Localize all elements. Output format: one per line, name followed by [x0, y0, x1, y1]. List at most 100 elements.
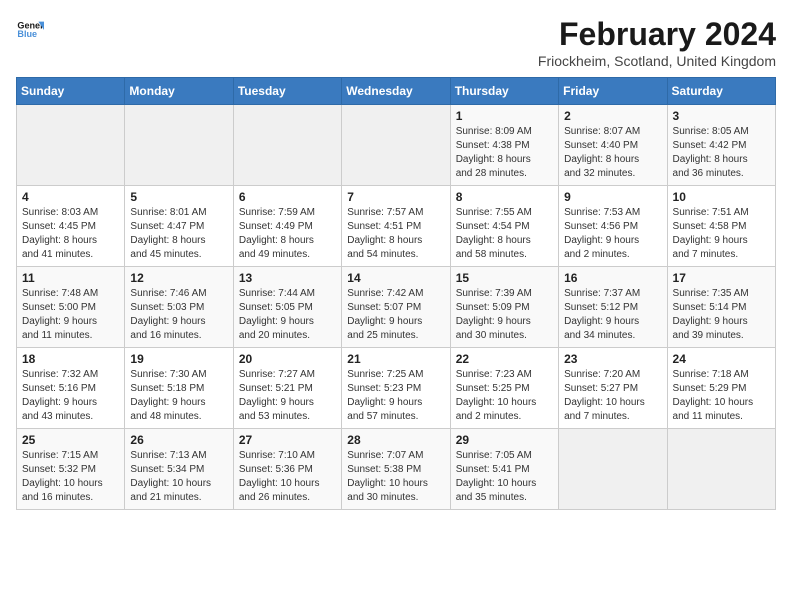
day-number: 21 — [347, 352, 444, 366]
calendar-cell: 21 Sunrise: 7:25 AM Sunset: 5:23 PM Dayli… — [342, 348, 450, 429]
cell-info: Sunrise: 7:15 AM Sunset: 5:32 PM Dayligh… — [22, 449, 119, 505]
cell-info: Sunrise: 7:42 AM Sunset: 5:07 PM Dayligh… — [347, 287, 444, 343]
calendar-cell: 3 Sunrise: 8:05 AM Sunset: 4:42 PM Daylig… — [667, 105, 775, 186]
header-row: SundayMondayTuesdayWednesdayThursdayFrid… — [17, 78, 776, 105]
calendar-cell: 6 Sunrise: 7:59 AM Sunset: 4:49 PM Daylig… — [233, 186, 341, 267]
day-number: 8 — [456, 190, 553, 204]
calendar-cell: 23Sunrise: 7:20 AM Sunset: 5:27 PM Dayli… — [559, 348, 667, 429]
calendar-body: 1 Sunrise: 8:09 AM Sunset: 4:38 PM Daylig… — [17, 105, 776, 510]
week-row-1: 1 Sunrise: 8:09 AM Sunset: 4:38 PM Daylig… — [17, 105, 776, 186]
day-number: 5 — [130, 190, 227, 204]
calendar-header: SundayMondayTuesdayWednesdayThursdayFrid… — [17, 78, 776, 105]
day-number: 1 — [456, 109, 553, 123]
day-number: 23 — [564, 352, 661, 366]
header-monday: Monday — [125, 78, 233, 105]
day-number: 26 — [130, 433, 227, 447]
calendar-cell: 25 Sunrise: 7:15 AM Sunset: 5:32 PM Dayli… — [17, 429, 125, 510]
day-number: 20 — [239, 352, 336, 366]
calendar-cell: 29Sunrise: 7:05 AM Sunset: 5:41 PM Dayli… — [450, 429, 558, 510]
calendar-table: SundayMondayTuesdayWednesdayThursdayFrid… — [16, 77, 776, 510]
cell-info: Sunrise: 7:48 AM Sunset: 5:00 PM Dayligh… — [22, 287, 119, 343]
day-number: 19 — [130, 352, 227, 366]
subtitle: Friockheim, Scotland, United Kingdom — [538, 53, 776, 69]
calendar-cell: 22 Sunrise: 7:23 AM Sunset: 5:25 PM Dayli… — [450, 348, 558, 429]
calendar-cell: 24 Sunrise: 7:18 AM Sunset: 5:29 PM Dayli… — [667, 348, 775, 429]
week-row-4: 18 Sunrise: 7:32 AM Sunset: 5:16 PM Dayli… — [17, 348, 776, 429]
day-number: 24 — [673, 352, 770, 366]
day-number: 18 — [22, 352, 119, 366]
calendar-cell: 7 Sunrise: 7:57 AM Sunset: 4:51 PM Daylig… — [342, 186, 450, 267]
cell-info: Sunrise: 7:10 AM Sunset: 5:36 PM Dayligh… — [239, 449, 336, 505]
header-thursday: Thursday — [450, 78, 558, 105]
logo: General Blue — [16, 16, 44, 44]
cell-info: Sunrise: 7:23 AM Sunset: 5:25 PM Dayligh… — [456, 368, 553, 424]
calendar-cell: 28 Sunrise: 7:07 AM Sunset: 5:38 PM Dayli… — [342, 429, 450, 510]
cell-info: Sunrise: 8:03 AM Sunset: 4:45 PM Dayligh… — [22, 206, 119, 262]
header-friday: Friday — [559, 78, 667, 105]
cell-info: Sunrise: 7:55 AM Sunset: 4:54 PM Dayligh… — [456, 206, 553, 262]
day-number: 16 — [564, 271, 661, 285]
cell-info: Sunrise: 7:27 AM Sunset: 5:21 PM Dayligh… — [239, 368, 336, 424]
cell-info: Sunrise: 8:05 AM Sunset: 4:42 PM Dayligh… — [673, 125, 770, 181]
cell-info: Sunrise: 7:25 AM Sunset: 5:23 PM Dayligh… — [347, 368, 444, 424]
day-number: 11 — [22, 271, 119, 285]
cell-info: Sunrise: 8:09 AM Sunset: 4:38 PM Dayligh… — [456, 125, 553, 181]
week-row-3: 11 Sunrise: 7:48 AM Sunset: 5:00 PM Dayli… — [17, 267, 776, 348]
cell-info: Sunrise: 7:44 AM Sunset: 5:05 PM Dayligh… — [239, 287, 336, 343]
week-row-5: 25 Sunrise: 7:15 AM Sunset: 5:32 PM Dayli… — [17, 429, 776, 510]
cell-info: Sunrise: 7:39 AM Sunset: 5:09 PM Dayligh… — [456, 287, 553, 343]
main-title: February 2024 — [538, 16, 776, 53]
day-number: 3 — [673, 109, 770, 123]
cell-info: Sunrise: 7:53 AM Sunset: 4:56 PM Dayligh… — [564, 206, 661, 262]
day-number: 25 — [22, 433, 119, 447]
day-number: 12 — [130, 271, 227, 285]
calendar-cell: 10Sunrise: 7:51 AM Sunset: 4:58 PM Dayli… — [667, 186, 775, 267]
calendar-cell: 15 Sunrise: 7:39 AM Sunset: 5:09 PM Dayli… — [450, 267, 558, 348]
week-row-2: 4Sunrise: 8:03 AM Sunset: 4:45 PM Daylig… — [17, 186, 776, 267]
day-number: 13 — [239, 271, 336, 285]
cell-info: Sunrise: 7:37 AM Sunset: 5:12 PM Dayligh… — [564, 287, 661, 343]
calendar-cell: 20 Sunrise: 7:27 AM Sunset: 5:21 PM Dayli… — [233, 348, 341, 429]
calendar-cell: 26 Sunrise: 7:13 AM Sunset: 5:34 PM Dayli… — [125, 429, 233, 510]
cell-info: Sunrise: 7:05 AM Sunset: 5:41 PM Dayligh… — [456, 449, 553, 505]
cell-info: Sunrise: 7:32 AM Sunset: 5:16 PM Dayligh… — [22, 368, 119, 424]
day-number: 14 — [347, 271, 444, 285]
calendar-cell: 11 Sunrise: 7:48 AM Sunset: 5:00 PM Dayli… — [17, 267, 125, 348]
calendar-cell — [667, 429, 775, 510]
day-number: 15 — [456, 271, 553, 285]
calendar-cell — [559, 429, 667, 510]
calendar-cell: 5 Sunrise: 8:01 AM Sunset: 4:47 PM Daylig… — [125, 186, 233, 267]
calendar-cell — [125, 105, 233, 186]
calendar-cell: 8 Sunrise: 7:55 AM Sunset: 4:54 PM Daylig… — [450, 186, 558, 267]
calendar-cell: 9 Sunrise: 7:53 AM Sunset: 4:56 PM Daylig… — [559, 186, 667, 267]
day-number: 9 — [564, 190, 661, 204]
calendar-cell: 2 Sunrise: 8:07 AM Sunset: 4:40 PM Daylig… — [559, 105, 667, 186]
day-number: 6 — [239, 190, 336, 204]
cell-info: Sunrise: 7:30 AM Sunset: 5:18 PM Dayligh… — [130, 368, 227, 424]
day-number: 22 — [456, 352, 553, 366]
cell-info: Sunrise: 8:01 AM Sunset: 4:47 PM Dayligh… — [130, 206, 227, 262]
cell-info: Sunrise: 7:35 AM Sunset: 5:14 PM Dayligh… — [673, 287, 770, 343]
header-wednesday: Wednesday — [342, 78, 450, 105]
calendar-cell: 19 Sunrise: 7:30 AM Sunset: 5:18 PM Dayli… — [125, 348, 233, 429]
calendar-cell: 1 Sunrise: 8:09 AM Sunset: 4:38 PM Daylig… — [450, 105, 558, 186]
calendar-cell: 14 Sunrise: 7:42 AM Sunset: 5:07 PM Dayli… — [342, 267, 450, 348]
day-number: 7 — [347, 190, 444, 204]
cell-info: Sunrise: 7:13 AM Sunset: 5:34 PM Dayligh… — [130, 449, 227, 505]
logo-icon: General Blue — [16, 16, 44, 44]
title-area: February 2024 Friockheim, Scotland, Unit… — [538, 16, 776, 69]
svg-text:Blue: Blue — [17, 29, 37, 39]
cell-info: Sunrise: 7:59 AM Sunset: 4:49 PM Dayligh… — [239, 206, 336, 262]
header: General Blue February 2024 Friockheim, S… — [16, 16, 776, 69]
day-number: 2 — [564, 109, 661, 123]
header-sunday: Sunday — [17, 78, 125, 105]
cell-info: Sunrise: 7:07 AM Sunset: 5:38 PM Dayligh… — [347, 449, 444, 505]
day-number: 27 — [239, 433, 336, 447]
calendar-cell: 16 Sunrise: 7:37 AM Sunset: 5:12 PM Dayli… — [559, 267, 667, 348]
calendar-cell — [233, 105, 341, 186]
cell-info: Sunrise: 8:07 AM Sunset: 4:40 PM Dayligh… — [564, 125, 661, 181]
cell-info: Sunrise: 7:57 AM Sunset: 4:51 PM Dayligh… — [347, 206, 444, 262]
cell-info: Sunrise: 7:18 AM Sunset: 5:29 PM Dayligh… — [673, 368, 770, 424]
day-number: 28 — [347, 433, 444, 447]
calendar-cell: 27 Sunrise: 7:10 AM Sunset: 5:36 PM Dayli… — [233, 429, 341, 510]
